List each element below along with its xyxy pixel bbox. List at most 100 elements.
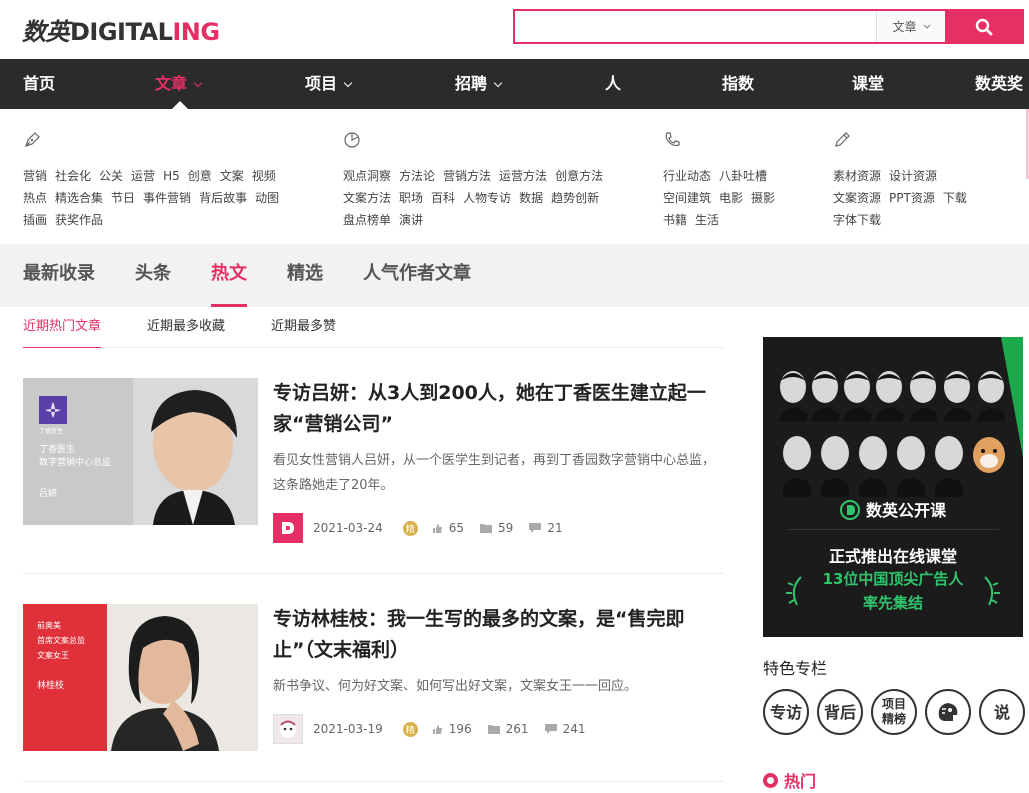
column-ideal[interactable]	[925, 689, 971, 735]
dropdown-link[interactable]: 精选合集	[55, 191, 103, 205]
subtab-most-favorited[interactable]: 近期最多收藏	[147, 307, 225, 348]
column-talk[interactable]: 说	[979, 689, 1025, 735]
dropdown-link[interactable]: 节日	[111, 191, 135, 205]
dropdown-link[interactable]: 行业动态	[663, 169, 711, 183]
chevron-down-icon	[194, 79, 202, 87]
comment-count-value: 241	[563, 722, 586, 736]
subtab-most-liked[interactable]: 近期最多赞	[271, 307, 336, 348]
dropdown-link[interactable]: 公关	[99, 169, 123, 183]
article-thumbnail[interactable]: 前奥美 首席文案总监 文案女王 林桂枝	[23, 604, 258, 751]
dropdown-link[interactable]: 百科	[431, 191, 455, 205]
dropdown-link[interactable]: PPT资源	[889, 191, 935, 205]
author-avatar-icon	[277, 718, 299, 740]
tab-featured[interactable]: 精选	[287, 244, 323, 307]
nav-item-index[interactable]: 指数	[722, 59, 754, 109]
nav-item-projects[interactable]: 项目	[305, 59, 351, 109]
article-title[interactable]: 专访林桂枝：我一生写的最多的文案，是“售完即止”（文末福利）	[273, 604, 713, 666]
hot-section-title[interactable]: 热门	[763, 768, 816, 792]
tab-headlines[interactable]: 头条	[135, 244, 171, 307]
pen-nib-icon	[23, 131, 41, 149]
hot-dot-icon	[763, 773, 778, 788]
dropdown-link[interactable]: 文案资源	[833, 191, 881, 205]
dropdown-link[interactable]: 书籍	[663, 213, 687, 227]
thumb-caption: 丁香医生 数字营销中心总监	[39, 444, 111, 470]
dropdown-link[interactable]: 插画	[23, 213, 47, 227]
author-avatar[interactable]	[273, 714, 303, 744]
dropdown-link[interactable]: 背后故事	[199, 191, 247, 205]
site-logo[interactable]: 数英DIGITALING	[22, 12, 220, 47]
dropdown-link[interactable]: 电影	[719, 191, 743, 205]
nav-item-home[interactable]: 首页	[23, 59, 55, 109]
nav-label: 人	[605, 74, 621, 93]
dropdown-link[interactable]: 人物专访	[463, 191, 511, 205]
dropdown-link[interactable]: 动图	[255, 191, 279, 205]
open-course-ad[interactable]: 数英公开课 正式推出在线课堂 13位中国顶尖广告人 率先集结	[763, 337, 1023, 637]
like-count[interactable]: 65	[432, 521, 464, 535]
thumb-caption: 前奥美 首席文案总监 文案女王	[37, 618, 85, 663]
dropdown-link[interactable]: 方法论	[399, 169, 435, 183]
dropdown-link[interactable]: 职场	[399, 191, 423, 205]
search-button[interactable]	[945, 11, 1022, 42]
folder-icon	[480, 523, 492, 533]
tab-latest[interactable]: 最新收录	[23, 244, 95, 307]
dropdown-link[interactable]: 八卦吐槽	[719, 169, 767, 183]
dropdown-link[interactable]: 热点	[23, 191, 47, 205]
dropdown-link[interactable]: 观点洞察	[343, 169, 391, 183]
tab-popular-authors[interactable]: 人气作者文章	[363, 244, 471, 307]
dropdown-link[interactable]: 获奖作品	[55, 213, 103, 227]
author-avatar[interactable]	[273, 513, 303, 543]
column-project-picks[interactable]: 项目精榜	[871, 689, 917, 735]
dropdown-link[interactable]: 摄影	[751, 191, 775, 205]
comment-count[interactable]: 21	[529, 521, 562, 535]
nav-item-awards[interactable]: 数英奖	[975, 59, 1023, 109]
column-interview[interactable]: 专访	[763, 689, 809, 735]
dropdown-link[interactable]: 营销	[23, 169, 47, 183]
dropdown-link[interactable]: 营销方法	[443, 169, 491, 183]
nav-item-people[interactable]: 人	[605, 59, 621, 109]
dropdown-link[interactable]: 生活	[695, 213, 719, 227]
dropdown-link[interactable]: 盘点榜单	[343, 213, 391, 227]
dropdown-link[interactable]: 创意	[188, 169, 212, 183]
thumb-caption-line: 首席文案总监	[37, 633, 85, 648]
dropdown-link[interactable]: 运营方法	[499, 169, 547, 183]
main-nav: 首页 文章 项目 招聘 人 指数 课堂 数英奖	[0, 59, 1029, 109]
dropdown-link[interactable]: 运营	[131, 169, 155, 183]
column-behind-the-scenes[interactable]: 背后	[817, 689, 863, 735]
dropdown-link[interactable]: 空间建筑	[663, 191, 711, 205]
dropdown-link[interactable]: 设计资源	[889, 169, 937, 183]
dropdown-link[interactable]: 字体下载	[833, 213, 881, 227]
dropdown-link[interactable]: 演讲	[399, 213, 423, 227]
dropdown-link[interactable]: 文案	[220, 169, 244, 183]
tab-hot[interactable]: 热文	[211, 244, 247, 307]
dropdown-link[interactable]: H5	[163, 169, 180, 183]
dropdown-link[interactable]: 社会化	[55, 169, 91, 183]
dropdown-link[interactable]: 趋势创新	[551, 191, 599, 205]
nav-label: 课堂	[852, 74, 884, 93]
favorite-count[interactable]: 261	[488, 722, 529, 736]
featured-badge: 精	[403, 521, 418, 536]
dropdown-link[interactable]: 视频	[252, 169, 276, 183]
favorite-count[interactable]: 59	[480, 521, 513, 535]
article-thumbnail[interactable]: 丁香医生 丁香医生 数字营销中心总监 吕妍	[23, 378, 258, 525]
search-bar: 文章	[513, 9, 1024, 44]
dropdown-link[interactable]: 创意方法	[555, 169, 603, 183]
dropdown-link[interactable]: 数据	[519, 191, 543, 205]
search-type-select[interactable]: 文章	[876, 11, 946, 42]
nav-item-classroom[interactable]: 课堂	[852, 59, 884, 109]
thumb-name: 林桂枝	[37, 678, 64, 691]
comment-count[interactable]: 241	[545, 722, 586, 736]
comment-icon	[545, 724, 557, 735]
dropdown-link[interactable]: 下载	[943, 191, 967, 205]
nav-label: 项目	[305, 74, 337, 93]
like-count[interactable]: 196	[432, 722, 472, 736]
thumb-logo-text: 丁香医生	[39, 426, 63, 435]
subtab-recent-hot[interactable]: 近期热门文章	[23, 307, 101, 348]
article-divider	[23, 781, 724, 782]
article-title[interactable]: 专访吕妍：从3人到200人，她在丁香医生建立起一家“营销公司”	[273, 378, 713, 440]
dropdown-link[interactable]: 素材资源	[833, 169, 881, 183]
nav-item-jobs[interactable]: 招聘	[455, 59, 501, 109]
favorite-count-value: 261	[506, 722, 529, 736]
dropdown-link[interactable]: 文案方法	[343, 191, 391, 205]
search-input[interactable]	[515, 11, 875, 42]
dropdown-link[interactable]: 事件营销	[143, 191, 191, 205]
